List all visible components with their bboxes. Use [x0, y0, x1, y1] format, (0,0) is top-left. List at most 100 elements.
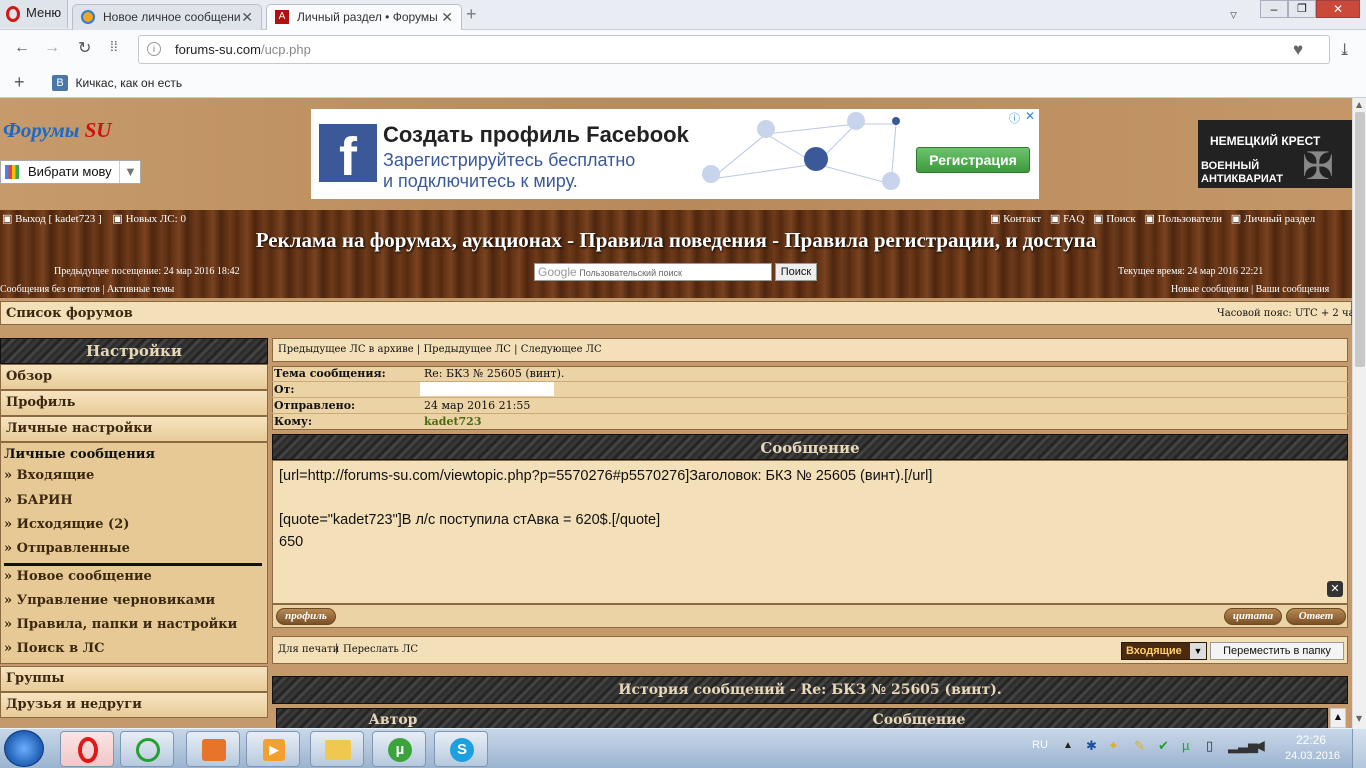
forum-index-link[interactable]: Список форумов [6, 306, 133, 321]
speed-dial-icon[interactable]: ⁞⁞ [110, 38, 118, 54]
new-posts-link[interactable]: Новые сообщения [1171, 284, 1249, 295]
print-link[interactable]: Для печати [278, 644, 339, 655]
new-pm-link[interactable]: Новых ЛС: 0 [126, 213, 186, 225]
tray-app-icon[interactable]: ✎ [1134, 738, 1145, 754]
add-bookmark-icon[interactable]: + [14, 72, 25, 93]
download-icon[interactable]: ⤓ [1338, 40, 1351, 59]
move-to-folder-button[interactable]: Переместить в папку [1210, 642, 1344, 660]
heart-bookmark-icon[interactable]: ♥ [1293, 36, 1303, 63]
logout-icon: ▣ [2, 213, 13, 225]
faq-link[interactable]: FAQ [1063, 213, 1084, 225]
language-indicator[interactable]: RU [1032, 739, 1048, 751]
google-search-box[interactable]: Google Пользовательский поиск [534, 263, 772, 281]
active-topics-link[interactable]: Активные темы [107, 284, 174, 295]
sidebar-item-profile[interactable]: Профиль [0, 390, 268, 416]
page-scrollbar[interactable]: ▲ ▼ [1352, 98, 1366, 728]
history-scrollbar[interactable]: ▲ [1330, 708, 1346, 728]
taskbar-messenger[interactable] [120, 731, 174, 767]
tray-app-icon[interactable]: ▯ [1206, 738, 1213, 754]
ad-close-icon[interactable]: ✕ [1025, 109, 1035, 123]
pm-search[interactable]: » Поиск в ЛС [4, 641, 104, 656]
pm-new-message[interactable]: » Новое сообщение [4, 569, 152, 584]
message-line2: [quote="kadet723"]В л/с поступила стАвка… [279, 512, 661, 528]
ad-info-icon[interactable]: ⓘ [1009, 110, 1020, 126]
new-tab-icon[interactable]: + [466, 4, 477, 25]
delete-post-icon[interactable]: ✕ [1327, 581, 1343, 597]
subject-label: Тема сообщения: [274, 367, 386, 380]
scroll-down-icon[interactable]: ▼ [1356, 714, 1362, 723]
site-info-icon[interactable]: i [147, 42, 161, 56]
pm-rules-folders[interactable]: » Правила, папки и настройки [4, 617, 237, 632]
scroll-up-icon[interactable]: ▲ [1356, 100, 1362, 109]
pm-heading[interactable]: Личные сообщения [4, 447, 155, 462]
search-button[interactable]: Поиск [775, 263, 817, 281]
reload-icon[interactable]: ↻ [78, 38, 91, 58]
scroll-thumb[interactable] [1355, 112, 1365, 367]
antique-ad[interactable]: НЕМЕЦКИЙ КРЕСТ ВОЕННЫЙ АНТИКВАРИАТ ✠ [1198, 120, 1352, 188]
pm-drafts[interactable]: » Управление черновиками [4, 593, 215, 608]
pm-folder-outbox[interactable]: » Исходящие (2) [4, 517, 129, 532]
site-logo[interactable]: Форумы SU [3, 118, 111, 143]
taskbar-office[interactable] [186, 731, 240, 767]
pm-folder-barin[interactable]: » БАРИН [4, 493, 73, 508]
clock-date[interactable]: 24.03.2016 [1285, 750, 1340, 762]
pm-folder-inbox[interactable]: » Входящие [4, 468, 94, 483]
back-icon[interactable]: ← [14, 39, 30, 57]
forward-icon[interactable]: → [44, 39, 60, 57]
folder-select[interactable]: Входящие ▼ [1121, 642, 1207, 660]
prev-archived-pm-link[interactable]: Предыдущее ЛС в архиве [278, 344, 414, 355]
clock-time[interactable]: 22:26 [1296, 733, 1326, 747]
ad-register-button[interactable]: Регистрация [916, 147, 1030, 173]
pm-folder-sent[interactable]: » Отправленные [4, 541, 130, 556]
opera-menu-button[interactable]: Меню [0, 0, 68, 28]
tray-app-icon[interactable]: ✔ [1158, 738, 1169, 754]
site-title[interactable]: Реклама на форумах, аукционах - Правила … [0, 228, 1352, 253]
bluetooth-icon[interactable]: ✱ [1086, 738, 1097, 754]
profile-button[interactable]: профиль [276, 608, 336, 625]
close-tab-icon[interactable]: ✕ [441, 5, 453, 29]
ucp-link[interactable]: Личный раздел [1244, 213, 1315, 225]
sidebar-item-groups[interactable]: Группы [0, 666, 268, 692]
prev-pm-link[interactable]: Предыдущее ЛС [423, 344, 511, 355]
show-desktop-button[interactable] [1352, 729, 1366, 768]
post-buttons-bar [272, 604, 1348, 628]
your-posts-link[interactable]: Ваши сообщения [1256, 284, 1330, 295]
from-row: От: [272, 382, 1348, 398]
tab-personal-section[interactable]: A Личный раздел • Форумы ✕ [266, 4, 462, 30]
sidebar-item-overview[interactable]: Обзор [0, 364, 268, 390]
users-icon: ▣ [1144, 213, 1155, 225]
minimize-button[interactable]: – [1260, 0, 1288, 18]
browser-tab-bar: Меню Новое личное сообщени ✕ A Личный ра… [0, 0, 1366, 30]
tray-app-icon[interactable]: ✦ [1108, 738, 1119, 754]
forward-link[interactable]: Переслать ЛС [343, 644, 418, 655]
sidebar-item-friends[interactable]: Друзья и недруги [0, 692, 268, 718]
taskbar-media[interactable]: ▶ [246, 731, 300, 767]
url-field[interactable]: i forums-su.com/ucp.php ♥ [138, 35, 1330, 64]
taskbar-opera[interactable] [60, 731, 114, 767]
taskbar-explorer[interactable] [310, 731, 364, 767]
search-link[interactable]: Поиск [1106, 213, 1136, 225]
close-tab-icon[interactable]: ✕ [241, 5, 253, 29]
close-window-button[interactable]: ✕ [1316, 0, 1360, 18]
taskbar-skype[interactable]: S [434, 731, 488, 767]
contact-link[interactable]: Контакт [1003, 213, 1041, 225]
facebook-ad[interactable]: f Создать профиль Facebook Зарегистрируй… [311, 109, 1039, 199]
quote-button[interactable]: цитата [1224, 608, 1282, 625]
tab-menu-icon[interactable]: ▿ [1230, 6, 1237, 23]
taskbar-utorrent[interactable]: µ [372, 731, 426, 767]
volume-icon[interactable]: ◀ [1254, 737, 1265, 754]
bookmark-item[interactable]: В Кичкас, как он есть [52, 74, 182, 92]
tab-new-pm[interactable]: Новое личное сообщени ✕ [72, 4, 262, 30]
users-link[interactable]: Пользователи [1158, 213, 1222, 225]
reply-button[interactable]: Ответ [1286, 608, 1346, 625]
utorrent-tray-icon[interactable]: µ [1182, 738, 1190, 753]
next-pm-link[interactable]: Следующее ЛС [521, 344, 602, 355]
show-hidden-icons-icon[interactable]: ▲ [1063, 740, 1073, 751]
sidebar-item-preferences[interactable]: Личные настройки [0, 416, 268, 442]
maximize-button[interactable]: ❐ [1288, 0, 1316, 18]
translate-widget[interactable]: Вибрати мову ▼ [0, 160, 141, 184]
logout-link[interactable]: Выход [ kadet723 ] [15, 213, 102, 225]
start-button[interactable] [4, 730, 44, 767]
recipient-link[interactable]: kadet723 [424, 415, 481, 428]
unanswered-link[interactable]: Сообщения без ответов [0, 284, 100, 295]
